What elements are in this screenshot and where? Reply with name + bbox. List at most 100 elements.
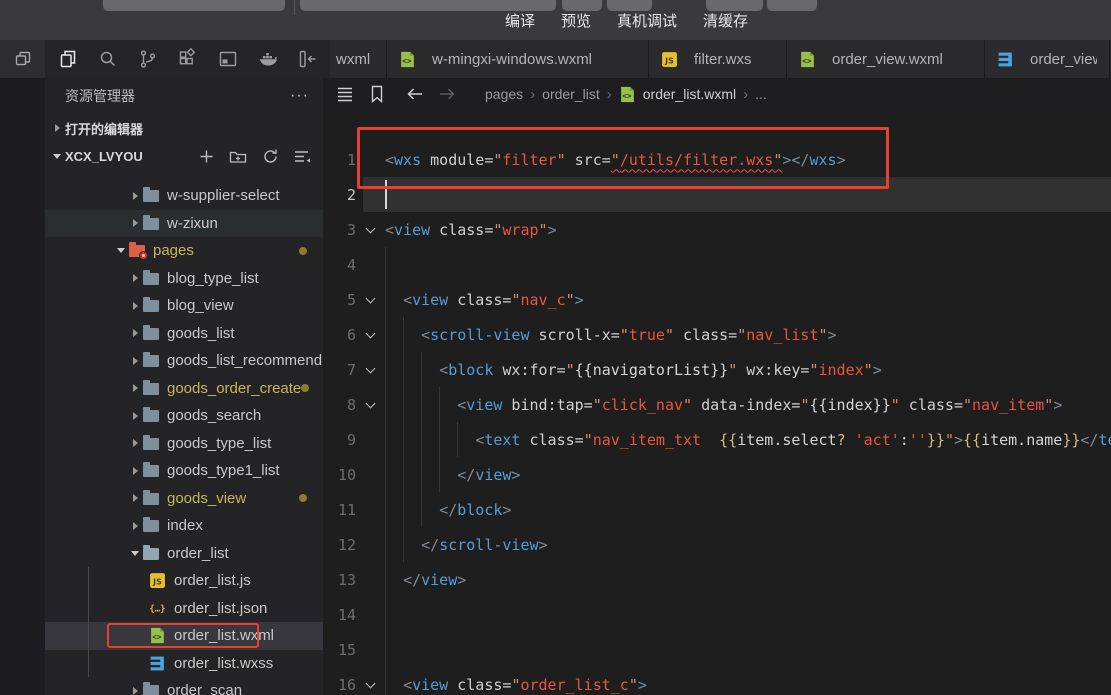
tab-w-mingxi-windows-wxml[interactable]: <>w-mingxi-windows.wxml	[387, 40, 649, 78]
code-line-13[interactable]: 13 </view>	[323, 562, 1111, 597]
breadcrumb-item[interactable]: order_list	[542, 86, 600, 102]
tab-order-view-wxml[interactable]: <>order_view.wxml	[787, 40, 985, 78]
window-restore-icon[interactable]	[10, 47, 35, 72]
code-line-5[interactable]: 5 <view class="nav_c">	[323, 282, 1111, 317]
search-icon[interactable]	[95, 47, 120, 72]
tree-item-label: blog_type_list	[167, 270, 259, 287]
menu-icon[interactable]	[333, 82, 357, 106]
wxml-file-icon: <>	[399, 51, 416, 68]
fold-column[interactable]	[356, 683, 385, 687]
breadcrumb-item[interactable]: order_list.wxml	[643, 86, 736, 102]
fold-chevron-icon[interactable]	[366, 293, 376, 303]
tree-item-order-scan[interactable]: order_scan	[45, 677, 323, 695]
breadcrumb-item[interactable]: pages	[485, 86, 523, 102]
tree-item-w-supplier-select[interactable]: w-supplier-select	[45, 182, 323, 210]
tree-item-w-zixun[interactable]: w-zixun	[45, 210, 323, 238]
tree-item-order-list[interactable]: order_list	[45, 540, 323, 568]
folder-icon	[143, 438, 159, 450]
fold-chevron-icon[interactable]	[366, 363, 376, 373]
tree-item-index[interactable]: index	[45, 512, 323, 540]
code-line-4[interactable]: 4	[323, 247, 1111, 282]
code-line-12[interactable]: 12 </scroll-view>	[323, 527, 1111, 562]
tree-item-goods-view[interactable]: goods_view	[45, 485, 323, 513]
more-actions-icon[interactable]: ···	[290, 87, 309, 105]
code-line-6[interactable]: 6 <scroll-view scroll-x="true" class="na…	[323, 317, 1111, 352]
files-icon[interactable]	[55, 47, 80, 72]
tree-item-order-list-json[interactable]: {…}order_list.json	[45, 595, 323, 623]
code-line-10[interactable]: 10 </view>	[323, 457, 1111, 492]
fold-column[interactable]	[356, 298, 385, 302]
preview-button[interactable]: 预览	[561, 10, 591, 31]
tree-item-blog-type-list[interactable]: blog_type_list	[45, 265, 323, 293]
source-control-icon[interactable]	[135, 47, 160, 72]
tree-item-goods-type-list[interactable]: goods_type_list	[45, 430, 323, 458]
collapse-all-icon[interactable]	[293, 147, 311, 165]
window-restore-cell[interactable]	[0, 40, 45, 78]
forward-arrow-icon[interactable]	[435, 82, 459, 106]
code-text: <view class="wrap">	[385, 221, 557, 239]
fold-column[interactable]	[356, 368, 385, 372]
tab-order-view-[interactable]: order_view.	[985, 40, 1110, 78]
tree-item-blog-view[interactable]: blog_view	[45, 292, 323, 320]
line-number: 11	[323, 501, 356, 519]
fold-chevron-icon[interactable]	[366, 678, 376, 688]
tree-item-goods-list-recommend[interactable]: goods_list_recommend	[45, 347, 323, 375]
tree-item-goods-list[interactable]: goods_list	[45, 320, 323, 348]
tree-item-order-list-wxss[interactable]: order_list.wxss	[45, 650, 323, 678]
tree-item-pages[interactable]: pages	[45, 237, 323, 265]
fold-column[interactable]	[356, 403, 385, 407]
text-cursor	[385, 180, 387, 209]
fold-chevron-icon[interactable]	[366, 398, 376, 408]
bookmark-icon[interactable]	[365, 82, 389, 106]
fold-column[interactable]	[356, 333, 385, 337]
breadcrumb-item[interactable]: ...	[755, 86, 767, 102]
code-line-11[interactable]: 11 </block>	[323, 492, 1111, 527]
chevron-right-icon	[55, 124, 60, 132]
folder-icon	[143, 493, 159, 505]
code-line-14[interactable]: 14	[323, 597, 1111, 632]
code-line-15[interactable]: 15	[323, 632, 1111, 667]
section-open-editors[interactable]: 打开的编辑器	[45, 114, 323, 142]
tab-wxml[interactable]: wxml	[330, 40, 387, 78]
code-line-3[interactable]: 3<view class="wrap">	[323, 212, 1111, 247]
titlebar-widget-6[interactable]	[767, 0, 817, 11]
code-editor[interactable]: 1<wxs module="filter" src="/utils/filter…	[323, 110, 1111, 695]
back-arrow-icon[interactable]	[403, 82, 427, 106]
code-line-9[interactable]: 9 <text class="nav_item_txt {{item.selec…	[323, 422, 1111, 457]
code-line-16[interactable]: 16 <view class="order_list_c">	[323, 667, 1111, 695]
code-line-8[interactable]: 8 <view bind:tap="click_nav" data-index=…	[323, 387, 1111, 422]
new-folder-icon[interactable]	[229, 147, 247, 165]
code-line-1[interactable]: 1<wxs module="filter" src="/utils/filter…	[323, 142, 1111, 177]
window-panel-icon[interactable]	[215, 47, 240, 72]
tree-item-goods-type1-list[interactable]: goods_type1_list	[45, 457, 323, 485]
tab-filter-wxs[interactable]: JSfilter.wxs	[649, 40, 787, 78]
code-text: <view bind:tap="click_nav" data-index="{…	[385, 396, 1062, 414]
chevron-down-icon	[131, 551, 139, 556]
device-debug-button[interactable]: 真机调试	[617, 10, 677, 31]
compile-button[interactable]: 编译	[505, 10, 535, 31]
fold-chevron-icon[interactable]	[366, 328, 376, 338]
editor-layout-icon[interactable]	[295, 47, 320, 72]
new-file-icon[interactable]	[197, 147, 215, 165]
breadcrumb-separator: ›	[743, 86, 748, 103]
explorer-sidebar: 资源管理器 ··· 打开的编辑器 XCX_LVYOU	[45, 78, 323, 695]
code-line-2[interactable]: 2	[323, 177, 1111, 212]
folder-icon	[143, 410, 159, 422]
fold-column[interactable]	[356, 228, 385, 232]
clear-cache-button[interactable]: 清缓存	[703, 10, 748, 31]
titlebar-widget-1[interactable]	[103, 0, 285, 11]
extensions-icon[interactable]	[175, 47, 200, 72]
fold-chevron-icon[interactable]	[366, 223, 376, 233]
tree-item-goods-search[interactable]: goods_search	[45, 402, 323, 430]
tree-item-goods-order-create[interactable]: goods_order_create	[45, 375, 323, 403]
wxml-file-icon: <>	[149, 627, 166, 644]
code-line-7[interactable]: 7 <block wx:for="{{navigatorList}}" wx:k…	[323, 352, 1111, 387]
tab-label: wxml	[336, 51, 370, 68]
activity-bar	[45, 40, 330, 78]
refresh-icon[interactable]	[261, 147, 279, 165]
section-project-root[interactable]: XCX_LVYOU	[45, 142, 323, 170]
docker-icon[interactable]	[255, 47, 280, 72]
tree-item-order-list-js[interactable]: JSorder_list.js	[45, 567, 323, 595]
indent-guide	[439, 422, 440, 457]
tree-item-order-list-wxml[interactable]: <>order_list.wxml	[45, 622, 323, 650]
